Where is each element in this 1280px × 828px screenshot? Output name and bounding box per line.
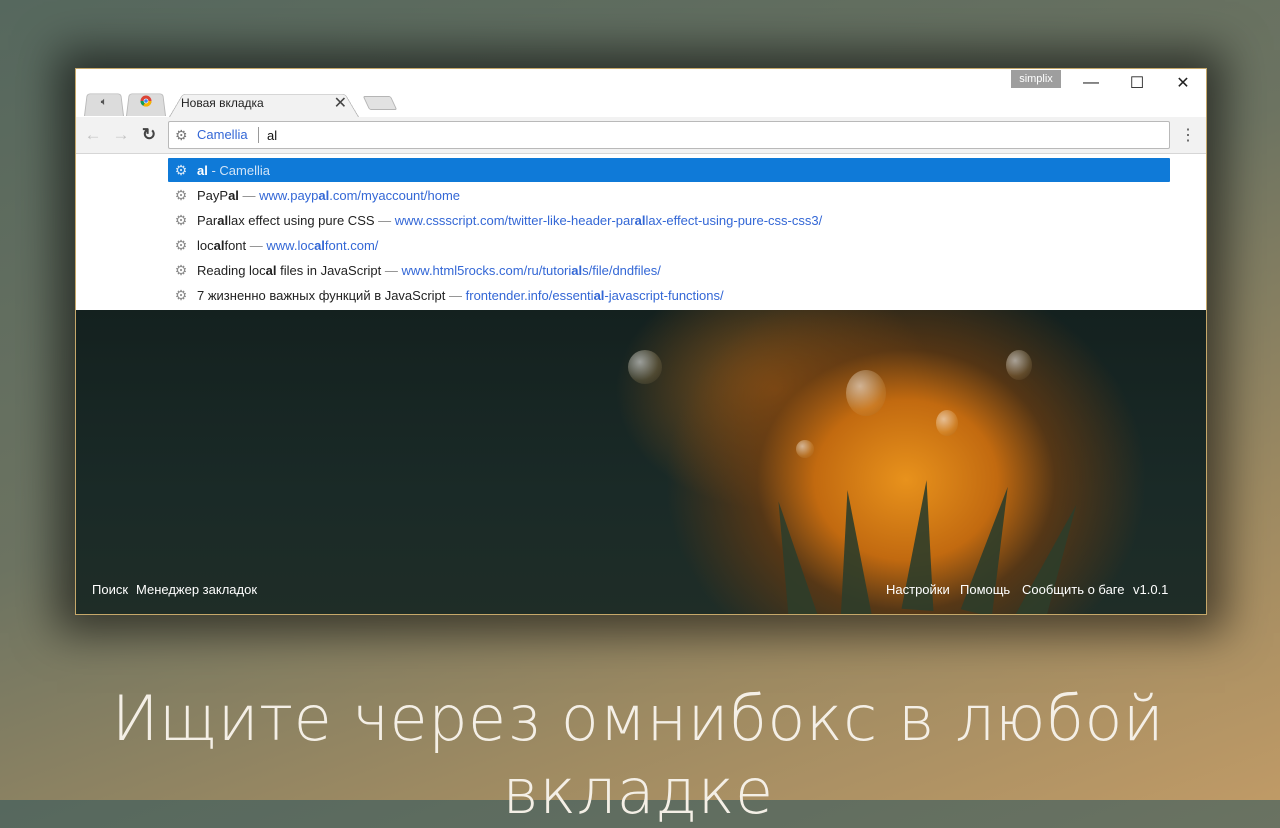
- water-drop: [936, 410, 958, 436]
- suggestion-url: www.cssscript.com/twitter-like-header-pa…: [394, 212, 823, 228]
- tab-close-icon[interactable]: ✕: [334, 93, 347, 113]
- footer-link-search[interactable]: Поиск: [92, 582, 128, 597]
- search-engine-icon: ⚙︎: [174, 161, 188, 178]
- close-window-icon[interactable]: ✕: [1160, 69, 1206, 97]
- search-engine-icon: ⚙︎: [174, 261, 188, 278]
- suggestion-url: frontender.info/essential-javascript-fun…: [465, 287, 724, 303]
- footer-link-report-bug[interactable]: Сообщить о баге: [1022, 582, 1125, 597]
- suggestion-separator: -: [207, 162, 220, 178]
- suggestion-separator: —: [238, 187, 260, 203]
- suggestion-item[interactable]: ⚙︎ Parallax effect using pure CSS — www.c…: [168, 208, 1170, 232]
- reload-icon[interactable]: ↻: [138, 124, 160, 146]
- suggestion-item[interactable]: ⚙︎ 7 жизненно важных функций в JavaScript…: [168, 283, 1170, 307]
- flower-sepal: [762, 498, 822, 614]
- suggestion-item[interactable]: ⚙︎ localfont — www.localfont.com/: [168, 233, 1170, 257]
- suggestion-url: Camellia: [219, 162, 270, 178]
- search-engine-icon: ⚙︎: [174, 286, 188, 303]
- suggestion-title: 7 жизненно важных функций в JavaScript: [197, 287, 446, 303]
- menu-icon[interactable]: ⋮: [1179, 124, 1197, 146]
- maximize-icon[interactable]: ☐: [1114, 69, 1160, 97]
- suggestion-url: www.html5rocks.com/ru/tutorials/file/dnd…: [401, 262, 661, 278]
- pinned-tab-apps[interactable]: [126, 89, 166, 116]
- version-label: v1.0.1: [1133, 582, 1169, 597]
- suggestion-title: al: [197, 162, 208, 178]
- suggestion-url: www.paypal.com/myaccount/home: [259, 187, 461, 203]
- search-engine-icon: ⚙︎: [174, 186, 188, 203]
- tab-new-tab[interactable]: Новая вкладка ✕: [169, 89, 359, 117]
- speaker-icon: 🔈︎: [100, 96, 108, 108]
- suggestion-separator: —: [445, 287, 466, 303]
- suggestion-item[interactable]: ⚙︎ Reading local files in JavaScript — ww…: [168, 258, 1170, 282]
- suggestion-url: www.localfont.com/: [266, 237, 379, 253]
- search-engine-icon: ⚙︎: [175, 127, 188, 143]
- footer-link-help[interactable]: Помощь: [960, 582, 1010, 597]
- suggestion-separator: —: [374, 212, 395, 228]
- suggestion-title: PayPal: [197, 187, 239, 203]
- pinned-tab-audio[interactable]: 🔈︎: [84, 89, 124, 116]
- footer-link-settings[interactable]: Настройки: [886, 582, 950, 597]
- back-arrow-icon[interactable]: ←: [82, 124, 104, 146]
- promo-caption: Ищите через омнибокс в любой вкладке: [111, 682, 1165, 828]
- forward-arrow-icon[interactable]: →: [110, 124, 132, 146]
- new-tab-background: Поиск Менеджер закладок Настройки Помощь…: [76, 310, 1206, 614]
- minimize-icon[interactable]: —: [1068, 69, 1114, 97]
- water-drop: [628, 350, 662, 384]
- search-engine-icon: ⚙︎: [174, 236, 188, 253]
- omnibox-input[interactable]: [267, 125, 1147, 145]
- profile-badge[interactable]: simplix: [1011, 70, 1061, 88]
- water-drop: [846, 370, 886, 416]
- suggestion-title: Reading local files in JavaScript: [197, 262, 382, 278]
- water-drop: [796, 440, 814, 458]
- browser-window: 🔈︎ Новая вкладка ✕ simplix — ☐ ✕ ← → ↻ ⚙…: [75, 68, 1207, 615]
- suggestion-title: localfont: [197, 237, 247, 253]
- omnibox-suggestions: ⚙︎ al - Camellia ⚙︎ PayPal — www.paypal.com…: [76, 154, 1206, 310]
- omnibox-separator: [258, 127, 259, 143]
- suggestion-separator: —: [246, 237, 267, 253]
- suggestion-title: Parallax effect using pure CSS: [197, 212, 375, 228]
- chrome-icon: [140, 95, 152, 110]
- flower-sepal: [831, 489, 873, 614]
- search-engine-icon: ⚙︎: [174, 211, 188, 228]
- suggestion-item[interactable]: ⚙︎ al - Camellia: [168, 158, 1170, 182]
- new-tab-button[interactable]: [362, 96, 398, 110]
- water-drop: [1006, 350, 1032, 380]
- omnibox[interactable]: ⚙︎ Camellia: [168, 121, 1170, 149]
- tab-title: Новая вкладка: [181, 96, 264, 110]
- omnibox-keyword: Camellia: [197, 127, 248, 142]
- footer-link-bookmarks[interactable]: Менеджер закладок: [136, 582, 257, 597]
- suggestion-separator: —: [381, 262, 402, 278]
- suggestion-item[interactable]: ⚙︎ PayPal — www.paypal.com/myaccount/home: [168, 183, 1170, 207]
- title-bar: 🔈︎ Новая вкладка ✕ simplix — ☐ ✕: [76, 69, 1206, 117]
- toolbar: ← → ↻ ⚙︎ Camellia ⋮: [76, 117, 1206, 154]
